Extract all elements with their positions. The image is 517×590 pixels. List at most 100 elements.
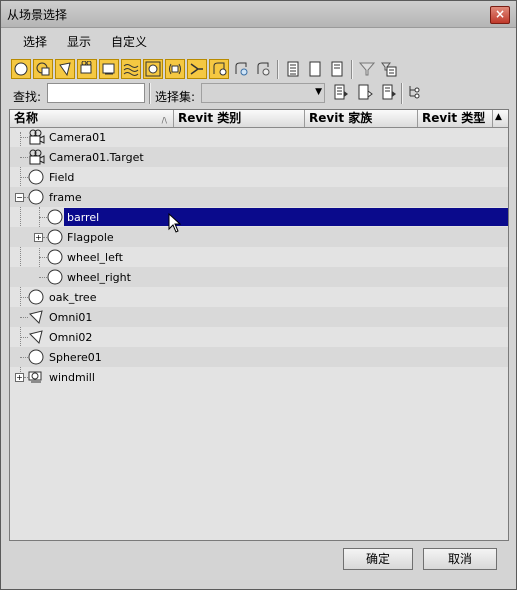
add-to-selection-set-button[interactable] [355,82,375,102]
node-label: Flagpole [67,231,114,244]
list-item-frame[interactable]: − frame [10,187,508,207]
list-item-barrel[interactable]: barrel [10,207,508,227]
filter-xrefs-button[interactable] [165,59,185,79]
geometry-filter-icon [14,62,28,76]
remove-set-icon [382,84,396,100]
display-none-button[interactable] [305,59,325,79]
edit-set-icon [334,84,348,100]
bone-filter-icon [190,63,203,75]
column-header-revit-category[interactable]: Revit 类别 [174,110,305,127]
mouse-cursor-icon [168,213,182,233]
light-icon [29,330,43,344]
edit-selection-set-button[interactable] [331,82,351,102]
hidden-filter-icon [257,62,270,76]
geometry-sphere-icon [28,289,44,305]
list-item-camera01[interactable]: Camera01 [10,127,508,147]
column-name-label: 名称 [14,111,39,125]
display-all-button[interactable] [283,59,303,79]
node-label: barrel [67,211,100,224]
list-item-sphere01[interactable]: Sphere01 [10,347,508,367]
camera-icon [29,129,45,145]
list-item-windmill[interactable]: + windmill [10,367,508,387]
selection-set-label: 选择集: [155,90,196,104]
column-header-revit-type[interactable]: Revit 类型 [418,110,493,127]
node-label: frame [49,191,82,204]
filter-cameras-button[interactable] [77,59,97,79]
list-header: 名称 /\ Revit 类别 Revit 家族 Revit 类型 ▲ [10,110,508,128]
list-item-camera01-target[interactable]: Camera01.Target [10,147,508,167]
select-dependents-button[interactable] [405,82,425,102]
title-bar[interactable]: 从场景选择 × [1,1,516,28]
node-label: windmill [49,371,95,384]
geometry-sphere-icon [47,229,63,245]
column-header-revit-family[interactable]: Revit 家族 [305,110,418,127]
filter-groups-button[interactable] [143,59,163,79]
filter-lights-button[interactable] [55,59,75,79]
filter-list-button[interactable] [379,59,399,79]
scroll-up-icon[interactable]: ▲ [495,112,502,122]
display-invert-button[interactable] [327,59,347,79]
menu-select[interactable]: 选择 [23,33,47,50]
filter-shapes-button[interactable] [33,59,53,79]
node-label: wheel_left [67,251,123,264]
filter-helpers-button[interactable] [99,59,119,79]
scene-object-list[interactable]: 名称 /\ Revit 类别 Revit 家族 Revit 类型 ▲ Camer… [9,109,509,541]
window-title: 从场景选择 [7,8,68,22]
expand-icon[interactable]: + [34,233,43,242]
geometry-sphere-icon [28,169,44,185]
container-filter-icon [213,62,227,76]
filter-toolbar [9,57,509,83]
filter-spacewarps-button[interactable] [121,59,141,79]
list-item-omni01[interactable]: Omni01 [10,307,508,327]
column-revit-type-label: Revit 类型 [422,111,486,125]
list-item-omni02[interactable]: Omni02 [10,327,508,347]
light-filter-icon [59,62,71,77]
filter-frozen-button[interactable] [231,59,251,79]
filter-funnel-button[interactable] [357,59,377,79]
list-item-field[interactable]: Field [10,167,508,187]
node-label: Camera01 [49,131,107,144]
helper-filter-icon [102,63,115,75]
node-label: oak_tree [49,291,97,304]
separator [401,83,403,104]
row-background [10,188,508,206]
list-item-flagpole[interactable]: + Flagpole [10,227,508,247]
geometry-sphere-icon [28,349,44,365]
selection-set-dropdown[interactable]: ▼ [201,83,325,103]
menu-bar: 选择 显示 自定义 [9,31,507,51]
node-label: Field [49,171,75,184]
geometry-sphere-icon [28,189,44,205]
list-item-oak-tree[interactable]: oak_tree [10,287,508,307]
ok-button[interactable]: 确定 [343,548,413,570]
filter-hidden-button[interactable] [253,59,273,79]
find-label: 查找: [13,90,42,104]
cancel-button[interactable]: 取消 [423,548,497,570]
find-row: 查找: 选择集: ▼ [9,83,509,107]
toolbar-separator [277,60,279,79]
list-item-wheel-left[interactable]: wheel_left [10,247,508,267]
filter-bones-button[interactable] [187,59,207,79]
list-invert-icon [331,61,343,77]
camera-filter-icon [80,61,92,74]
geometry-sphere-icon [47,249,63,265]
spacewarp-filter-icon [123,64,139,76]
funnel-icon [359,62,375,76]
filter-containers-button[interactable] [209,59,229,79]
add-set-icon [358,84,373,100]
list-all-icon [287,61,299,77]
expand-icon[interactable]: + [15,373,24,382]
menu-display[interactable]: 显示 [67,33,91,50]
camera-target-icon [29,149,45,165]
filter-geometry-button[interactable] [11,59,31,79]
dependents-icon [409,86,420,99]
list-item-wheel-right[interactable]: wheel_right [10,267,508,287]
column-header-name[interactable]: 名称 /\ [10,110,174,127]
row-background [10,168,508,186]
close-button[interactable]: × [490,6,510,24]
collapse-icon[interactable]: − [15,193,24,202]
remove-from-selection-set-button[interactable] [379,82,399,102]
dropdown-arrow-icon: ▼ [315,87,322,97]
find-input[interactable] [47,83,145,103]
menu-customize[interactable]: 自定义 [111,33,147,50]
filter-list-icon [381,62,397,77]
